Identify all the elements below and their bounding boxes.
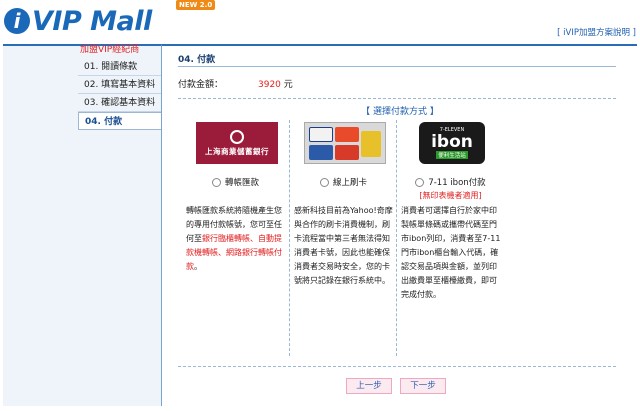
sidebar-title: 加盟VIP經紀商 xyxy=(80,45,140,55)
ibon-note: [無印表機者適用] xyxy=(419,191,482,200)
card-icon xyxy=(335,145,359,160)
payment-option-card: 線上刷卡 感新科技目前為Yahoo!奇摩與合作的刷卡消費機制，刷卡流程當中第三者… xyxy=(289,120,396,356)
amount-unit: 元 xyxy=(283,80,293,90)
transfer-description: 轉帳匯款系統將隨機產生您的專用付款帳號，您可至任何至銀行臨櫃轉帳、自動提款機轉帳… xyxy=(186,204,286,274)
card-radio-row[interactable]: 線上刷卡 xyxy=(290,176,397,188)
payment-option-ibon: 7-ELEVEN ibon 便利生活站 7-11 ibon付款 [無印表機者適用… xyxy=(396,120,503,356)
jcb-card-icon xyxy=(309,145,333,160)
amount-label: 付款金額： xyxy=(178,80,224,90)
logo[interactable]: i VIP Mall xyxy=(4,4,152,38)
visa-card-icon xyxy=(309,127,333,142)
payment-options: 上海商業儲蓄銀行 轉帳匯款 轉帳匯款系統將隨機產生您的專用付款帳號，您可至任何至… xyxy=(182,120,618,356)
sidebar-item-read-terms[interactable]: 01. 閱讀條款 xyxy=(78,58,161,76)
card-radio[interactable] xyxy=(319,177,329,187)
ibon-label[interactable]: 7-11 ibon付款 xyxy=(428,176,485,188)
amount-divider xyxy=(178,98,616,99)
payment-method-heading: 【 選擇付款方式 】 xyxy=(361,107,439,117)
sidebar-item-payment[interactable]: 04. 付款 xyxy=(78,112,161,130)
ibon-logo-text: ibon xyxy=(431,132,473,152)
ibon-radio[interactable] xyxy=(415,177,425,187)
ibon-description: 消費者可選擇自行於家中印製帳單條碼或攜帶代碼至門市ibon列印，消費者至7-11… xyxy=(401,206,501,299)
bottom-divider xyxy=(178,366,616,367)
card-icon-gold xyxy=(361,131,381,157)
sidebar-item-confirm-info[interactable]: 03. 確認基本資料 xyxy=(78,94,161,112)
sidebar-item-fill-info[interactable]: 02. 填寫基本資料 xyxy=(78,76,161,94)
sidebar-menu: 01. 閱讀條款 02. 填寫基本資料 03. 確認基本資料 04. 付款 xyxy=(78,58,161,130)
bank-logo: 上海商業儲蓄銀行 xyxy=(196,122,278,164)
title-divider xyxy=(178,66,616,67)
page-title: 04. 付款 xyxy=(178,55,216,65)
amount-value: 3920 xyxy=(258,80,281,90)
card-logos xyxy=(304,122,386,164)
ibon-logo-tag: 便利生活站 xyxy=(436,151,468,159)
transfer-radio[interactable] xyxy=(211,177,221,187)
header: i VIP Mall NEW 2.0 [ iVIP加盟方案說明 ] xyxy=(0,0,640,40)
amount-row: 付款金額： 3920 元 xyxy=(178,77,293,90)
card-label[interactable]: 線上刷卡 xyxy=(333,176,367,188)
ibon-logo: 7-ELEVEN ibon 便利生活站 xyxy=(419,122,485,164)
main-content: 04. 付款 付款金額： 3920 元 【 選擇付款方式 】 上海商業儲蓄銀行 轉… xyxy=(161,44,637,406)
transfer-desc-end: 。 xyxy=(194,262,202,271)
bank-emblem-icon xyxy=(230,129,244,144)
transfer-label[interactable]: 轉帳匯款 xyxy=(225,176,259,188)
prev-step-button[interactable]: 上一步 xyxy=(346,378,392,394)
next-step-button[interactable]: 下一步 xyxy=(400,378,446,394)
new-badge: NEW 2.0 xyxy=(176,0,216,10)
transfer-radio-row[interactable]: 轉帳匯款 xyxy=(182,176,289,188)
logo-text: VIP Mall xyxy=(32,5,152,37)
mastercard-icon xyxy=(335,127,359,142)
card-description: 感新科技目前為Yahoo!奇摩與合作的刷卡消費機制，刷卡流程當中第三者無法得知消… xyxy=(294,206,393,285)
ibon-radio-row[interactable]: 7-11 ibon付款 xyxy=(397,176,504,188)
bank-logo-text: 上海商業儲蓄銀行 xyxy=(205,146,269,156)
logo-i-icon: i xyxy=(4,8,30,34)
plan-info-link[interactable]: [ iVIP加盟方案說明 ] xyxy=(557,26,636,38)
payment-option-transfer: 上海商業儲蓄銀行 轉帳匯款 轉帳匯款系統將隨機產生您的專用付款帳號，您可至任何至… xyxy=(182,120,289,356)
